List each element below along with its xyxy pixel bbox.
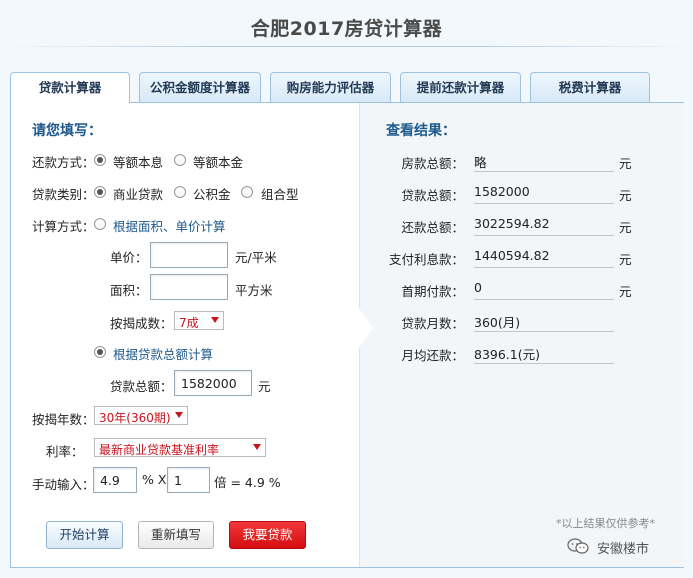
result-label-repay-total: 还款总额： [401,220,464,235]
radio-provident-fund[interactable] [174,186,186,198]
panel-arrow [359,308,373,348]
wechat-icon [567,538,589,554]
area-input[interactable] [150,274,228,300]
tab-label: 购房能力评估器 [286,80,375,95]
option-equal-principal[interactable]: 等额本金 [193,152,243,171]
rate-value: 最新商业贷款基准利率 [99,443,220,457]
percent-multiply-label: % X [142,472,167,487]
result-value-loan-total: 1582000 [474,182,614,204]
result-value-down-payment: 0 [474,278,614,300]
rate-label: 利率： [46,444,84,459]
result-unit-down-payment: 元 [619,284,632,299]
reset-button[interactable]: 重新填写 [138,521,214,549]
result-unit-house-total: 元 [619,156,632,171]
result-value-monthly: 8396.1(元) [474,342,614,364]
rate-input[interactable]: 4.9 [93,467,137,493]
tab-label: 提前还款计算器 [416,80,505,95]
result-value-months: 360(月) [474,310,614,332]
radio-by-area[interactable] [94,218,106,230]
option-provident-fund[interactable]: 公积金 [193,184,231,203]
result-label-interest: 支付利息款： [388,252,464,267]
area-unit: 平方米 [235,283,273,298]
radio-commercial[interactable] [94,186,106,198]
tab-prepayment[interactable]: 提前还款计算器 [400,72,521,102]
result-value-repay-total: 3022594.82 [474,214,614,236]
loan-type-label: 贷款类别： [32,187,95,202]
option-by-total[interactable]: 根据贷款总额计算 [113,344,213,363]
rate-select[interactable]: 最新商业贷款基准利率 [94,438,266,457]
tab-tax[interactable]: 税费计算器 [530,72,650,102]
option-by-area[interactable]: 根据面积、单价计算 [113,216,226,235]
unit-price-unit: 元/平米 [235,250,277,265]
page-title: 合肥2017房贷计算器 [250,18,443,40]
result-label-months: 贷款月数： [401,316,464,331]
result-label-house-total: 房款总额： [401,156,464,171]
tab-loan-calculator[interactable]: 贷款计算器 [10,72,130,103]
form-heading: 请您填写： [32,123,102,139]
area-label: 面积： [110,283,148,298]
result-label-loan-total: 贷款总额： [401,188,464,203]
multiplier-input[interactable]: 1 [167,467,210,493]
result-unit-loan-total: 元 [619,188,632,203]
years-value: 30年(360期) [99,411,171,425]
tab-affordability[interactable]: 购房能力评估器 [270,72,391,102]
apply-loan-button[interactable]: 我要贷款 [229,521,306,549]
unit-price-input[interactable] [150,242,228,268]
chevron-down-icon [175,412,183,418]
result-label-down-payment: 首期付款： [401,284,464,299]
loan-total-unit: 元 [258,379,271,394]
result-unit-interest: 元 [619,252,632,267]
option-combined[interactable]: 组合型 [261,184,299,203]
years-select[interactable]: 30年(360期) [94,406,188,425]
ratio-select[interactable]: 7成 [174,311,224,330]
result-value-house-total: 略 [474,150,614,172]
chevron-down-icon [253,444,261,450]
calc-method-label: 计算方式： [32,219,95,234]
radio-combined[interactable] [241,186,253,198]
results-panel [359,103,684,567]
option-commercial[interactable]: 商业贷款 [113,184,163,203]
option-equal-installment[interactable]: 等额本息 [113,152,163,171]
result-value-interest: 1440594.82 [474,246,614,268]
radio-equal-installment[interactable] [94,154,106,166]
repay-method-label: 还款方式： [32,155,95,170]
years-label: 按揭年数： [32,412,95,427]
loan-total-label: 贷款总额： [110,379,173,394]
loan-total-input[interactable]: 1582000 [174,370,252,396]
chevron-down-icon [211,317,219,323]
manual-label: 手动输入： [32,477,95,492]
unit-price-label: 单价： [110,250,148,265]
tab-fund-quota[interactable]: 公积金额度计算器 [139,72,261,102]
watermark-text: 安徽楼市 [597,542,650,557]
ratio-label: 按揭成数： [110,316,173,331]
ratio-value: 7成 [179,316,199,330]
result-unit-repay-total: 元 [619,220,632,235]
calculate-button[interactable]: 开始计算 [46,521,123,549]
tab-label: 贷款计算器 [38,80,102,95]
radio-by-total[interactable] [94,346,106,358]
disclaimer-note: *以上结果仅供参考* [556,517,655,530]
manual-rate-result: 倍 = 4.9 % [214,475,281,490]
title-divider [0,46,693,47]
result-label-monthly: 月均还款： [401,348,464,363]
tab-label: 税费计算器 [558,80,622,95]
tab-label: 公积金额度计算器 [149,80,250,95]
radio-equal-principal[interactable] [174,154,186,166]
results-heading: 查看结果： [386,123,456,139]
